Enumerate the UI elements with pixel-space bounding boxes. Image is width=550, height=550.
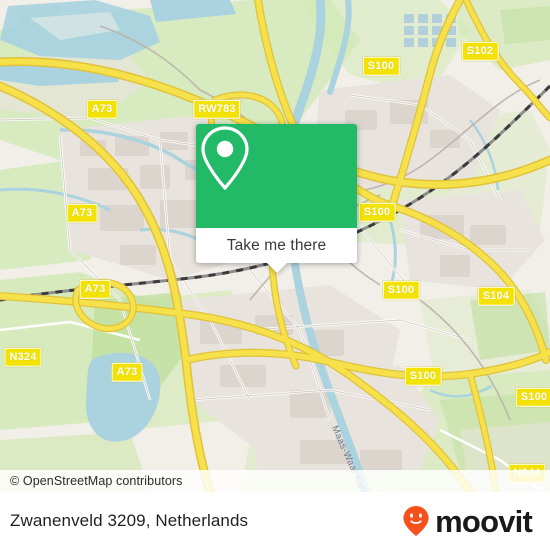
take-me-there-popup[interactable]: Take me there: [196, 124, 357, 273]
moovit-smiley-pin-icon: [403, 506, 429, 536]
road-shield-s100-far-east[interactable]: S100: [515, 387, 550, 407]
road-shield-s104[interactable]: S104: [477, 286, 515, 306]
road-shield-a73-mid[interactable]: A73: [79, 279, 111, 299]
road-shield-s100-east[interactable]: S100: [358, 202, 396, 222]
road-shield-s100-south[interactable]: S100: [404, 366, 442, 386]
road-shield-a73[interactable]: A73: [86, 99, 118, 119]
popup-header: [196, 124, 357, 228]
road-shield-s100[interactable]: S100: [362, 56, 400, 76]
road-shield-s100-mid[interactable]: S100: [382, 280, 420, 300]
take-me-there-label: Take me there: [226, 236, 327, 254]
map-canvas[interactable]: Maas-Waal Kanaal S102 S100 A73 RW783 A73…: [0, 0, 550, 492]
road-shield-n324[interactable]: N324: [4, 347, 42, 367]
map-screenshot: Maas-Waal Kanaal S102 S100 A73 RW783 A73…: [0, 0, 550, 550]
popup-action-bar[interactable]: Take me there: [196, 228, 357, 273]
road-shield-rw783[interactable]: RW783: [193, 99, 241, 119]
moovit-wordmark: moovit: [435, 503, 533, 539]
footer-bar: Zwanenveld 3209, Netherlands moovit: [0, 492, 550, 550]
road-shield-a73-south[interactable]: A73: [111, 362, 143, 382]
location-title: Zwanenveld 3209, Netherlands: [10, 511, 249, 530]
moovit-brand[interactable]: moovit: [402, 505, 550, 537]
road-shield-a73-west[interactable]: A73: [66, 203, 98, 223]
osm-attribution-text[interactable]: © OpenStreetMap contributors: [0, 474, 183, 488]
popup-pointer-tail: [265, 262, 288, 273]
map-attribution-bar: © OpenStreetMap contributors: [0, 470, 550, 492]
road-shield-s102[interactable]: S102: [461, 41, 499, 61]
map-pin-icon: [201, 126, 249, 190]
